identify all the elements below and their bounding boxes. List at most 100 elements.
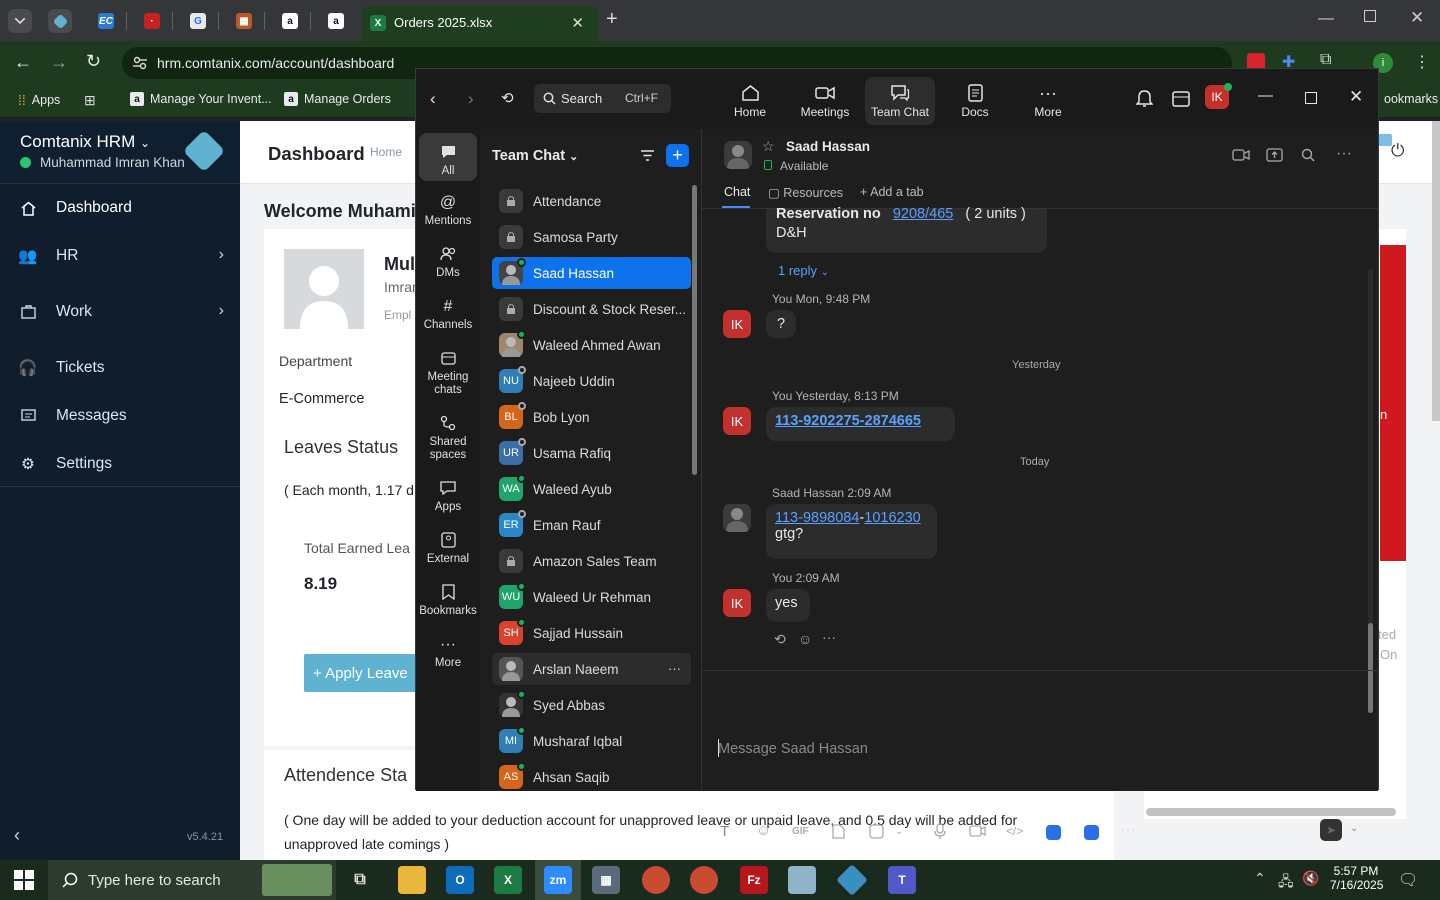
tab-resources[interactable]: ▢ Resources <box>768 185 843 200</box>
avatar[interactable]: IK <box>723 407 751 435</box>
tab-comtanix[interactable] <box>48 9 72 33</box>
microphone-icon[interactable] <box>934 823 946 839</box>
add-tab[interactable]: + Add a tab <box>860 185 924 199</box>
power-icon[interactable]: ⏻ <box>1391 141 1404 161</box>
minimize-icon[interactable]: — <box>1258 87 1273 104</box>
rail-mentions[interactable]: @ Mentions <box>419 191 477 228</box>
rail-dms[interactable]: DMs <box>419 243 477 280</box>
app-icon-1[interactable] <box>1046 825 1061 840</box>
tab-orders[interactable]: X Orders 2025.xlsx ✕ <box>362 6 598 41</box>
windows-start-icon[interactable] <box>14 870 34 890</box>
send-button[interactable]: ➤ <box>1320 819 1342 841</box>
bookmark-apps[interactable]: ⁞⁞ Apps <box>18 92 60 108</box>
extensions-puzzle-icon[interactable]: ⧉ <box>1320 51 1331 69</box>
emoji-icon[interactable]: ☺ <box>756 822 771 839</box>
minimize-icon[interactable]: — <box>1318 10 1334 28</box>
tab-search-button[interactable] <box>8 9 32 33</box>
tab-team-chat[interactable]: Team Chat <box>865 77 935 125</box>
brand-name[interactable]: Comtanix HRM ⌄ <box>20 132 150 152</box>
order-link[interactable]: 113-9898084 <box>775 510 859 526</box>
bookmark-grid[interactable]: ⊞ <box>84 92 96 109</box>
rail-shared-spaces[interactable]: Shared spaces <box>419 412 477 462</box>
tab-meetings[interactable]: Meetings <box>790 77 860 125</box>
more-actions-icon[interactable]: ··· <box>822 629 836 645</box>
calculator-icon[interactable]: ▦ <box>592 866 620 894</box>
more-tools-icon[interactable]: ··· <box>1120 821 1136 839</box>
list-item[interactable]: ER Eman Rauf <box>492 509 691 541</box>
network-icon[interactable]: 🖧 <box>1278 871 1294 895</box>
rail-channels[interactable]: # Channels <box>419 295 477 332</box>
code-icon[interactable]: </> <box>1006 824 1023 838</box>
search-box[interactable]: Search Ctrl+F <box>534 84 671 113</box>
rail-apps[interactable]: Apps <box>419 477 477 514</box>
nav-dashboard[interactable]: Dashboard <box>0 184 240 232</box>
rail-more[interactable]: ··· More <box>419 633 477 670</box>
list-scrollbar[interactable] <box>692 185 697 475</box>
list-item[interactable]: Waleed Ahmed Awan <box>492 329 691 361</box>
file-explorer-icon[interactable] <box>398 866 426 894</box>
tab-red[interactable]: · <box>140 9 164 33</box>
list-item[interactable]: NU Najeeb Uddin <box>492 365 691 397</box>
close-window-icon[interactable]: ✕ <box>1410 8 1424 28</box>
emoji-react-icon[interactable]: ☺ <box>798 631 812 647</box>
rail-meeting-chats[interactable]: Meeting chats <box>419 347 477 397</box>
tab-more[interactable]: ··· More <box>1013 77 1083 125</box>
video-message-icon[interactable] <box>969 825 986 837</box>
list-item[interactable]: AS Ahsan Saqib <box>492 761 691 793</box>
list-item[interactable]: WA Waleed Ayub <box>492 473 691 505</box>
tab-docs[interactable]: Docs <box>940 77 1010 125</box>
avatar[interactable]: IK <box>723 589 751 617</box>
tab-box[interactable]: ▦ <box>232 9 256 33</box>
chevron-down-icon[interactable]: ⌄ <box>895 826 903 837</box>
nav-messages[interactable]: Messages <box>0 392 240 440</box>
nav-tickets[interactable]: 🎧 Tickets <box>0 344 240 392</box>
filter-icon[interactable] <box>640 149 655 162</box>
new-chat-button[interactable]: + <box>666 144 689 167</box>
filezilla-icon[interactable]: Fz <box>740 866 768 894</box>
contact-avatar[interactable] <box>724 141 752 169</box>
gif-icon[interactable]: GIF <box>792 826 809 837</box>
reply-thread-link[interactable]: 1 reply ⌄ <box>778 263 829 278</box>
list-item[interactable]: Saad Hassan <box>492 257 691 289</box>
list-item[interactable]: Discount & Stock Reser... <box>492 293 691 325</box>
more-options-icon[interactable]: ··· <box>1336 145 1352 163</box>
app-icon[interactable] <box>788 866 816 894</box>
list-item[interactable]: Syed Abbas <box>492 689 691 721</box>
maximize-icon[interactable] <box>1305 92 1317 104</box>
list-item[interactable]: Arslan Naeem ··· <box>492 653 691 685</box>
site-info-icon[interactable] <box>132 55 148 71</box>
nav-work[interactable]: Work › <box>0 288 240 336</box>
new-tab-button[interactable]: + <box>606 8 618 31</box>
list-title[interactable]: Team Chat ⌄ <box>492 148 578 164</box>
rail-external[interactable]: External <box>419 529 477 566</box>
star-icon[interactable]: ☆ <box>762 138 775 155</box>
list-item[interactable]: Attendance <box>492 185 691 217</box>
history-icon[interactable]: ⟲ <box>501 89 514 107</box>
order-link[interactable]: 113-9202275-2874665 <box>775 413 921 429</box>
teams-icon[interactable]: T <box>888 866 916 894</box>
bookmark-manage-inventory[interactable]: a Manage Your Invent... <box>130 92 272 106</box>
send-options-chevron-icon[interactable]: ⌄ <box>1350 823 1358 834</box>
list-item[interactable]: Amazon Sales Team <box>492 545 691 577</box>
share-screen-icon[interactable] <box>1266 148 1283 162</box>
notification-badge[interactable] <box>1378 134 1392 146</box>
tab-ec[interactable]: EC <box>94 9 118 33</box>
forward-icon[interactable]: › <box>468 89 474 109</box>
chrome-profile-icon[interactable] <box>690 866 718 894</box>
video-call-icon[interactable] <box>1232 149 1250 161</box>
tray-chevron-icon[interactable]: ⌃ <box>1254 870 1266 887</box>
browser-menu-icon[interactable]: ⋮ <box>1414 52 1430 72</box>
excel-icon[interactable]: X <box>494 866 522 894</box>
tab-chat[interactable]: Chat <box>724 185 750 199</box>
format-text-icon[interactable]: T <box>720 823 729 840</box>
rail-all[interactable]: All <box>419 133 477 181</box>
forward-icon[interactable]: → <box>50 52 68 73</box>
calendar-icon[interactable] <box>1172 89 1190 107</box>
taskbar-search[interactable]: Type here to search <box>48 860 336 900</box>
volume-muted-icon[interactable]: 🔇 <box>1302 870 1319 887</box>
close-icon[interactable]: ✕ <box>1349 87 1363 107</box>
chat-scrollbar[interactable] <box>1368 623 1373 713</box>
zoom-icon[interactable]: zm <box>544 866 572 894</box>
list-item[interactable]: UR Usama Rafiq <box>492 437 691 469</box>
back-icon[interactable]: ‹ <box>430 89 436 109</box>
